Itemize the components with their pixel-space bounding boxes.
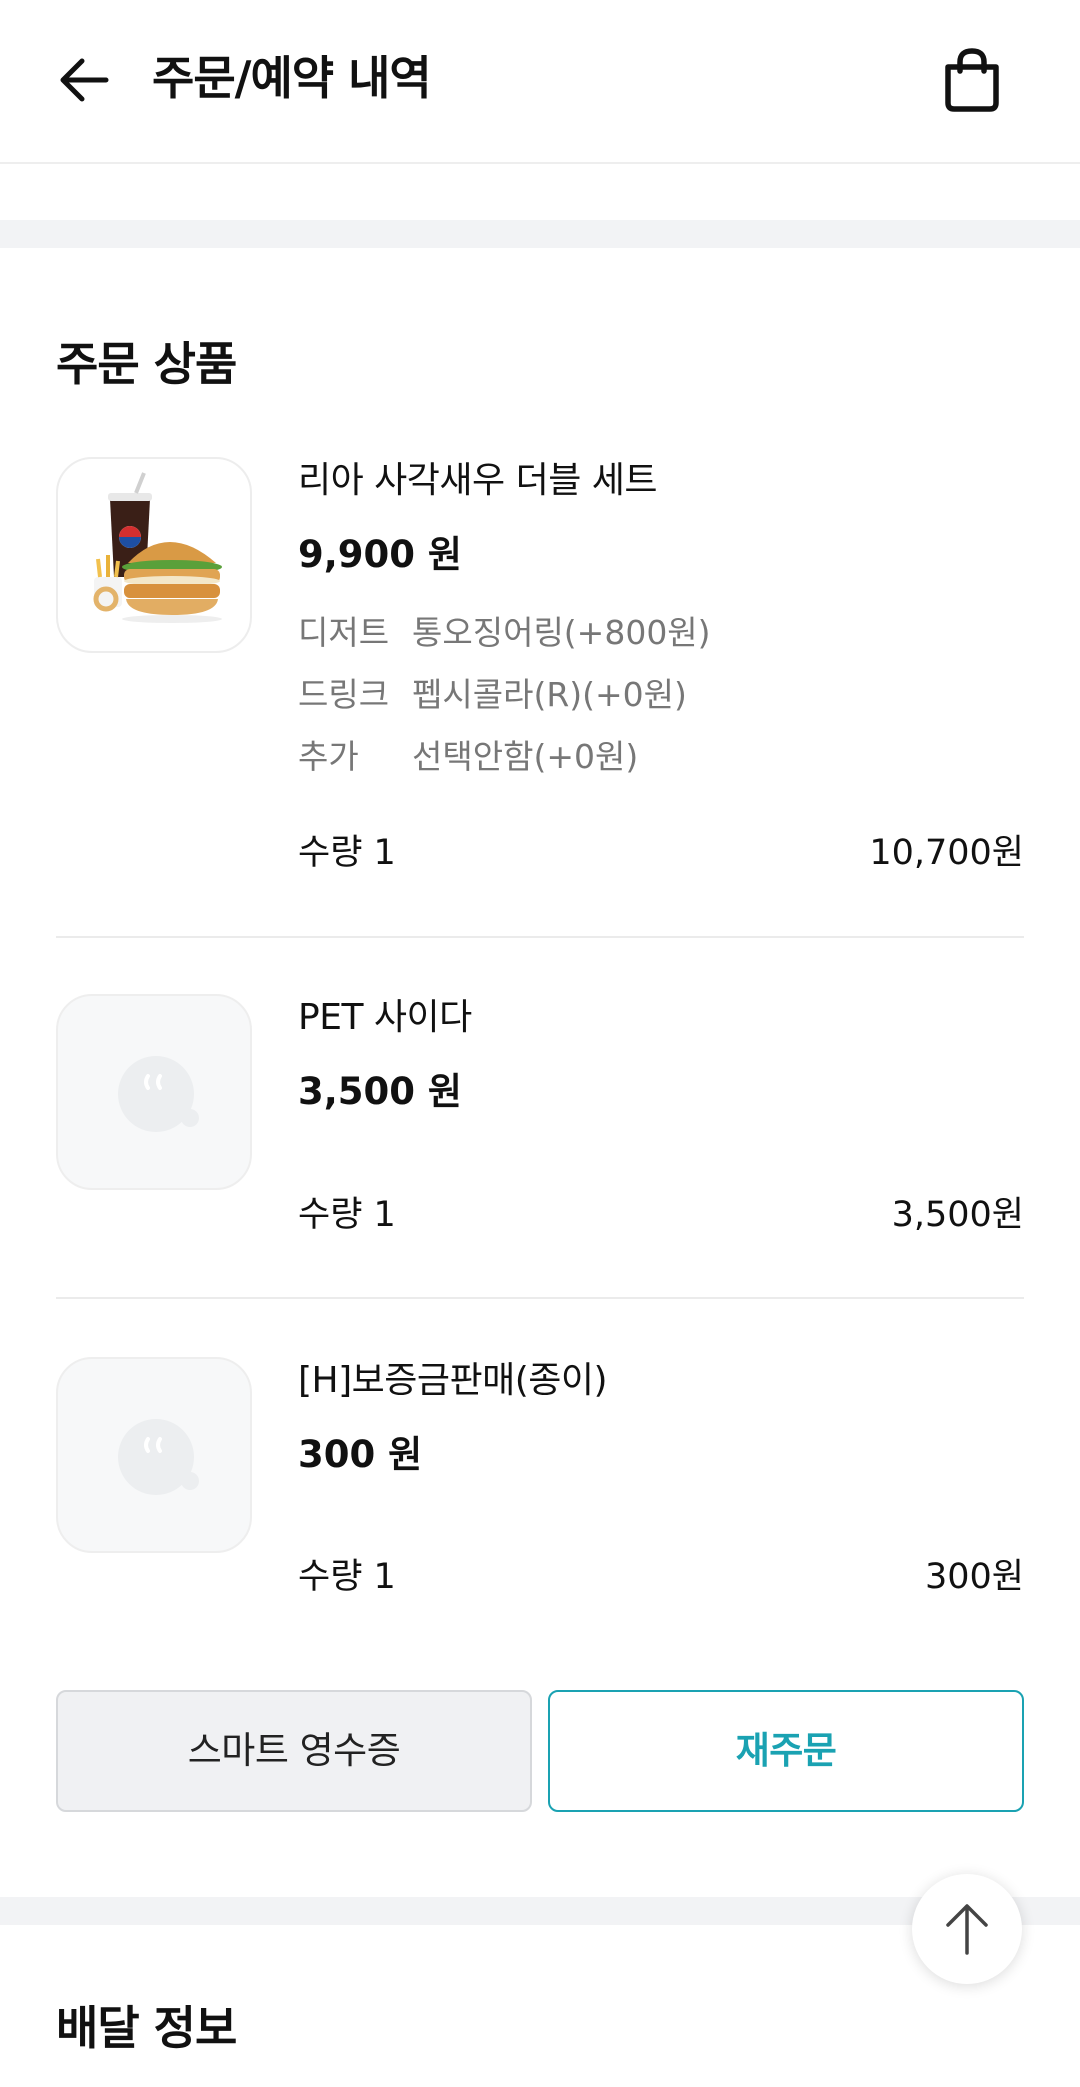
delivery-info-title: 배달 정보 xyxy=(56,2001,237,2055)
option-row: 디저트 통오징어링(+800원) xyxy=(298,610,711,656)
arrow-left-icon xyxy=(60,58,109,102)
option-value: 선택안함(+0원) xyxy=(412,737,639,776)
quantity-label: 수량 1 xyxy=(298,1195,396,1235)
option-value: 통오징어링(+800원) xyxy=(412,613,711,652)
smart-receipt-button[interactable]: 스마트 영수증 xyxy=(56,1690,532,1812)
product-name: [H]보증금판매(종이) xyxy=(298,1360,608,1401)
placeholder-image xyxy=(118,1419,199,1495)
option-value: 펩시콜라(R)(+0원) xyxy=(412,675,687,714)
placeholder-image xyxy=(118,1056,199,1132)
product-image[interactable] xyxy=(56,1357,252,1553)
option-row: 추가 선택안함(+0원) xyxy=(298,734,638,780)
product-image[interactable] xyxy=(56,994,252,1190)
app-header: 주문/예약 내역 xyxy=(0,0,1080,164)
item-total: 10,700원 xyxy=(869,833,1024,873)
shopping-bag-icon xyxy=(945,48,999,112)
burger-set-image xyxy=(93,472,222,623)
product-price: 9,900 원 xyxy=(298,533,462,576)
back-button[interactable] xyxy=(52,48,116,112)
order-detail-page: 주문/예약 내역 주문 상품 리아 사각새우 더블 세트 9,900 원 디저트… xyxy=(0,0,1080,2087)
arrow-up-icon xyxy=(946,1904,988,1955)
page-title: 주문/예약 내역 xyxy=(152,51,432,105)
product-price: 300 원 xyxy=(298,1433,423,1476)
option-label: 드링크 xyxy=(298,675,390,714)
product-name: PET 사이다 xyxy=(298,997,472,1038)
section-divider xyxy=(0,220,1080,248)
quantity-label: 수량 1 xyxy=(298,1557,396,1597)
reorder-button[interactable]: 재주문 xyxy=(548,1690,1024,1812)
item-divider xyxy=(56,1297,1024,1299)
item-total: 3,500원 xyxy=(891,1195,1024,1235)
scroll-to-top-button[interactable] xyxy=(912,1874,1022,1984)
option-label: 추가 xyxy=(298,737,359,776)
product-name: 리아 사각새우 더블 세트 xyxy=(298,460,658,501)
item-total: 300원 xyxy=(924,1557,1024,1597)
cart-button[interactable] xyxy=(940,42,1004,118)
product-image[interactable] xyxy=(56,457,252,653)
option-row: 드링크 펩시콜라(R)(+0원) xyxy=(298,672,687,718)
item-divider xyxy=(56,936,1024,938)
option-label: 디저트 xyxy=(298,613,390,652)
product-price: 3,500 원 xyxy=(298,1070,462,1113)
order-items-title: 주문 상품 xyxy=(56,337,237,391)
quantity-label: 수량 1 xyxy=(298,833,396,873)
